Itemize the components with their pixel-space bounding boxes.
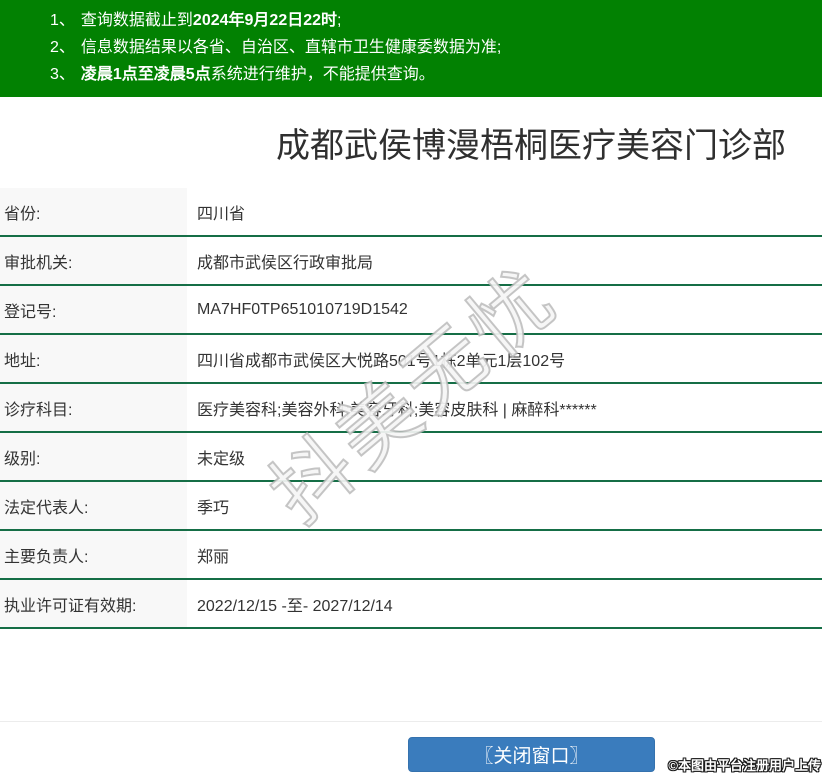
- row-value: 季巧: [197, 499, 230, 517]
- row-label: 审批机关:: [0, 237, 187, 284]
- table-row-approval-authority: 审批机关: 成都市武侯区行政审批局: [0, 237, 822, 286]
- notice-number: 1、: [50, 12, 75, 29]
- institution-info-table: 省份: 四川省 审批机关: 成都市武侯区行政审批局 登记号: MA7HF0TP6…: [0, 188, 822, 629]
- notice-text: 查询数据截止到: [80, 12, 193, 29]
- title-area: 成都武侯博漫梧桐医疗美容门诊部: [240, 97, 822, 188]
- row-label: 主要负责人:: [0, 531, 187, 578]
- row-value: MA7HF0TP651010719D1542: [197, 300, 408, 318]
- row-value: 医疗美容科;美容外科;美容牙科;美容皮肤科 | 麻醉科******: [197, 401, 597, 419]
- notice-text-bold: 2024年9月22日22时: [192, 12, 338, 29]
- row-label: 级别:: [0, 433, 187, 480]
- row-label: 登记号:: [0, 286, 187, 333]
- notice-text: 系统进行维护，不能提供查询。: [210, 66, 435, 83]
- table-row-address: 地址: 四川省成都市武侯区大悦路501号1栋2单元1层102号: [0, 335, 822, 384]
- row-label: 省份:: [0, 188, 187, 235]
- row-value: 成都市武侯区行政审批局: [197, 254, 374, 272]
- table-row-principal: 主要负责人: 郑丽: [0, 531, 822, 580]
- row-value: 郑丽: [197, 548, 230, 566]
- notice-line-3: 3、 凌晨1点至凌晨5点系统进行维护，不能提供查询。: [50, 61, 812, 88]
- table-row-level: 级别: 未定级: [0, 433, 822, 482]
- row-label: 法定代表人:: [0, 482, 187, 529]
- table-row-province: 省份: 四川省: [0, 188, 822, 237]
- row-value: 四川省: [197, 205, 246, 223]
- row-label: 诊疗科目:: [0, 384, 187, 431]
- table-row-treatment-subjects: 诊疗科目: 医疗美容科;美容外科;美容牙科;美容皮肤科 | 麻醉科******: [0, 384, 822, 433]
- page-title: 成都武侯博漫梧桐医疗美容门诊部: [276, 127, 786, 165]
- notice-line-2: 2、 信息数据结果以各省、自治区、直辖市卫生健康委数据为准;: [50, 34, 812, 61]
- row-value: 2022/12/15 -至- 2027/12/14: [197, 597, 393, 615]
- notice-text: 信息数据结果以各省、自治区、直辖市卫生健康委数据为准;: [80, 39, 502, 56]
- notice-text-bold: 凌晨1点至凌晨5点: [80, 66, 211, 83]
- table-row-legal-representative: 法定代表人: 季巧: [0, 482, 822, 531]
- row-value: 四川省成都市武侯区大悦路501号1栋2单元1层102号: [197, 352, 566, 370]
- upload-note: ©本图由平台注册用户上传: [668, 758, 821, 773]
- table-row-license-validity: 执业许可证有效期: 2022/12/15 -至- 2027/12/14: [0, 580, 822, 629]
- close-window-button[interactable]: 〖关闭窗口〗: [408, 737, 655, 772]
- notice-number: 2、: [50, 39, 75, 56]
- row-label: 执业许可证有效期:: [0, 580, 187, 627]
- notice-banner: 1、 查询数据截止到2024年9月22日22时; 2、 信息数据结果以各省、自治区、…: [0, 0, 822, 97]
- table-row-registration-number: 登记号: MA7HF0TP651010719D1542: [0, 286, 822, 335]
- notice-text: ;: [337, 12, 342, 29]
- footer-divider: [0, 721, 822, 722]
- row-value: 未定级: [197, 450, 246, 468]
- row-label: 地址:: [0, 335, 187, 382]
- notice-number: 3、: [50, 66, 75, 83]
- notice-line-1: 1、 查询数据截止到2024年9月22日22时;: [50, 7, 812, 34]
